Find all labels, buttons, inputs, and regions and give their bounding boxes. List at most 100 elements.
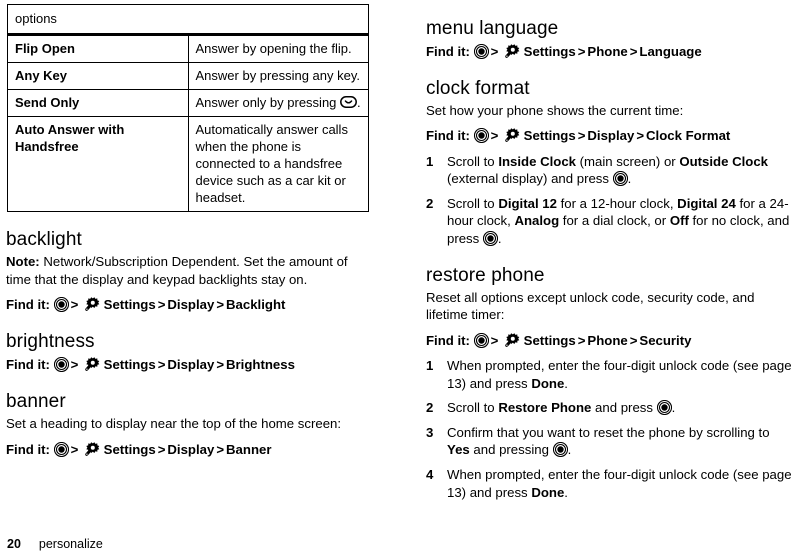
option-name-cell: Auto Answer with Handsfree	[7, 116, 189, 213]
path-segment: Display	[167, 441, 215, 457]
option-description-cell: Automatically answer calls when the phon…	[187, 116, 369, 213]
left-column: options Flip Open Answer by opening the …	[0, 0, 400, 558]
list-item: 4 When prompted, enter the four-digit unl…	[426, 466, 795, 501]
center-select-key-icon	[473, 128, 489, 144]
note-label: Note:	[6, 253, 40, 269]
step-emphasis: Done	[531, 484, 565, 500]
path-segment: Display	[587, 128, 635, 144]
path-segment: Settings	[103, 441, 156, 457]
step-emphasis: Digital 24	[677, 195, 736, 211]
step-emphasis: Analog	[514, 213, 560, 229]
options-table-header-cell: options	[7, 3, 369, 37]
path-segment: Settings	[523, 128, 576, 144]
clock-format-body: Set how your phone shows the current tim…	[426, 102, 684, 118]
findit-brightness: Find it: > Settings > Display > Brightness	[6, 356, 295, 373]
banner-body: Set a heading to display near the top of…	[6, 416, 342, 432]
manual-page: options Flip Open Answer by opening the …	[0, 0, 811, 558]
send-key-icon	[340, 96, 357, 108]
path-segment: Phone	[587, 43, 628, 59]
option-name-cell: Any Key	[7, 62, 189, 91]
options-table: options Flip Open Answer by opening the …	[7, 3, 369, 213]
findit-label: Find it:	[426, 332, 470, 348]
section-heading-banner: banner	[6, 391, 66, 413]
path-segment: Settings	[103, 297, 156, 313]
list-item: 3 Confirm that you want to reset the phon…	[426, 424, 795, 459]
step-number: 3	[426, 424, 434, 440]
clock-format-steps: 1 Scroll to Inside Clock (main screen) or…	[426, 153, 795, 248]
list-item: 1 Scroll to Inside Clock (main screen) or…	[426, 153, 795, 188]
center-select-key-icon	[482, 231, 498, 247]
center-select-key-icon	[612, 171, 628, 187]
path-segment: Settings	[523, 332, 576, 348]
list-item: 2 Scroll to Restore Phone and press .	[426, 399, 795, 417]
center-select-key-icon	[473, 43, 489, 59]
option-name-cell: Flip Open	[7, 34, 189, 64]
path-segment: Phone	[587, 332, 628, 348]
step-emphasis: Done	[531, 375, 565, 391]
findit-restore-phone: Find it: > Settings > Phone > Security	[426, 332, 692, 348]
restore-phone-body: Reset all options except unlock code, se…	[426, 289, 755, 323]
option-description-text: Answer only by pressing	[195, 95, 341, 111]
step-number: 2	[426, 195, 434, 211]
findit-label: Find it:	[6, 441, 50, 457]
step-text: When prompted, enter the four-digit unlo…	[447, 357, 792, 391]
options-table-header-row: options	[7, 3, 369, 37]
findit-label: Find it:	[6, 357, 50, 373]
step-emphasis: Outside Clock	[679, 153, 769, 169]
note-text: Network/Subscription Dependent. Set the …	[6, 253, 348, 287]
path-segment: Display	[167, 297, 215, 313]
page-number: 20	[7, 536, 21, 551]
center-select-key-icon	[473, 332, 489, 348]
path-segment: Settings	[523, 43, 576, 59]
center-select-key-icon	[53, 441, 69, 457]
options-table-body: options Flip Open Answer by opening the …	[7, 3, 369, 213]
restore-phone-steps: 1 When prompted, enter the four-digit unl…	[426, 357, 795, 501]
findit-label: Find it:	[6, 297, 50, 313]
page-footer: 20 personalize	[7, 536, 103, 551]
path-segment: Clock Format	[646, 128, 731, 144]
center-select-key-icon	[656, 400, 672, 416]
path-segment: Backlight	[226, 297, 286, 313]
center-select-key-icon	[53, 357, 69, 373]
section-heading-backlight: backlight	[6, 229, 82, 251]
path-segment: Security	[639, 332, 692, 348]
section-heading-clock-format: clock format	[426, 77, 530, 99]
findit-backlight: Find it: > Settings > Display > Backlight	[6, 296, 286, 313]
step-number: 1	[426, 357, 434, 373]
settings-gear-wrench-icon	[84, 441, 100, 457]
center-select-key-icon	[552, 442, 568, 458]
table-row: Flip Open Answer by opening the flip.	[7, 34, 369, 64]
right-column: menu language Find it: > Settings > Phone >…	[400, 0, 811, 558]
step-text: Scroll to Digital 12 for a 12-hour clock…	[447, 195, 790, 247]
path-segment: Display	[167, 357, 215, 373]
section-heading-brightness: brightness	[6, 331, 95, 353]
option-name-cell: Send Only	[7, 89, 189, 118]
step-number: 2	[426, 400, 434, 416]
step-emphasis: Digital 12	[498, 195, 557, 211]
table-row: Auto Answer with Handsfree Automatically…	[7, 116, 369, 213]
option-description-cell: Answer by opening the flip.	[187, 34, 369, 64]
section-heading-restore-phone: restore phone	[426, 264, 545, 286]
settings-gear-wrench-icon	[84, 356, 100, 372]
path-segment: Banner	[226, 441, 272, 457]
list-item: 1 When prompted, enter the four-digit unl…	[426, 357, 795, 392]
step-number: 1	[426, 153, 434, 169]
path-segment: Language	[639, 43, 702, 59]
option-description-cell: Answer only by pressing .	[187, 89, 369, 118]
footer-section-name: personalize	[38, 536, 103, 551]
step-text: Scroll to Inside Clock (main screen) or …	[447, 153, 769, 187]
backlight-note: Note: Network/Subscription Dependent. Se…	[6, 253, 368, 288]
option-description-cell: Answer by pressing any key.	[187, 62, 369, 91]
table-row: Any Key Answer by pressing any key.	[7, 62, 369, 91]
option-description-text-after: .	[357, 95, 361, 111]
table-row: Send Only Answer only by pressing .	[7, 89, 369, 118]
findit-clock-format: Find it: > Settings > Display > Clock Format	[426, 127, 731, 144]
center-select-key-icon	[53, 297, 69, 313]
step-text: When prompted, enter the four-digit unlo…	[447, 467, 792, 500]
settings-gear-wrench-icon	[84, 296, 100, 312]
settings-gear-wrench-icon	[504, 43, 520, 59]
settings-gear-wrench-icon	[504, 127, 520, 143]
path-segment: Brightness	[226, 357, 295, 373]
findit-label: Find it:	[426, 128, 470, 144]
settings-gear-wrench-icon	[504, 332, 520, 348]
